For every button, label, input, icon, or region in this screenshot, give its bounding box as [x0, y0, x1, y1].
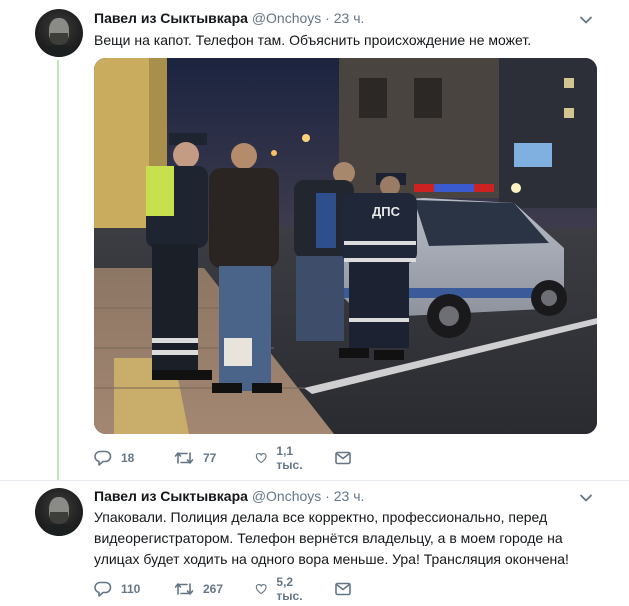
tweet-timestamp[interactable]: 23 ч.	[334, 10, 365, 26]
reply-icon	[94, 581, 112, 597]
like-button[interactable]: 5,2 тыс.	[255, 575, 308, 603]
avatar[interactable]	[35, 488, 83, 536]
retweet-button[interactable]: 267	[174, 579, 223, 599]
chevron-down-icon[interactable]	[579, 13, 593, 27]
author-name[interactable]: Павел из Сыктывкара	[94, 488, 248, 504]
retweet-icon	[174, 452, 194, 464]
reply-button[interactable]: 110	[94, 579, 140, 599]
heart-icon	[255, 584, 267, 595]
tweet-photo[interactable]: ДПС	[94, 58, 597, 434]
tweet-header: Павел из Сыктывкара @Onchoys · 23 ч.	[94, 10, 364, 30]
author-name[interactable]: Павел из Сыктывкара	[94, 10, 248, 26]
retweet-count: 77	[203, 451, 217, 465]
reply-count: 110	[121, 582, 141, 596]
retweet-icon	[174, 583, 194, 595]
tweet-timestamp[interactable]: 23 ч.	[334, 488, 365, 504]
reply-button[interactable]: 18	[94, 448, 134, 468]
direct-message-button[interactable]	[334, 448, 361, 468]
tweet-text: Вещи на капот. Телефон там. Объяснить пр…	[94, 32, 532, 48]
like-button[interactable]: 1,1 тыс.	[255, 444, 308, 472]
direct-message-button[interactable]	[334, 579, 361, 599]
tweet-text-line: Упаковали. Полиция делала все корректно,…	[94, 509, 548, 525]
chevron-down-icon[interactable]	[579, 491, 593, 505]
tweet-text: Упаковали. Полиция делала все корректно,…	[94, 507, 599, 570]
dps-label: ДПС	[372, 204, 401, 219]
tweet[interactable]: Павел из Сыктывкара @Onchoys · 23 ч. Вещ…	[0, 0, 629, 480]
tweet-header: Павел из Сыктывкара @Onchoys · 23 ч.	[94, 488, 364, 508]
tweet-text-line: улицах будет ходить на одного вора меньш…	[94, 551, 569, 567]
author-handle[interactable]: @Onchoys	[252, 10, 321, 26]
author-handle[interactable]: @Onchoys	[252, 488, 321, 504]
message-icon	[335, 582, 351, 596]
message-icon	[335, 451, 351, 465]
tweet[interactable]: Павел из Сыктывкара @Onchoys · 23 ч. Упа…	[0, 480, 629, 606]
separator-dot: ·	[325, 10, 330, 26]
tweet-text-line: видеорегистратором. Телефон вернётся вла…	[94, 530, 563, 546]
like-count: 5,2 тыс.	[276, 575, 303, 603]
like-count: 1,1 тыс.	[276, 444, 303, 472]
reply-icon	[94, 450, 112, 466]
avatar[interactable]	[35, 9, 83, 57]
reply-count: 18	[121, 451, 135, 465]
separator-dot: ·	[325, 488, 330, 504]
retweet-count: 267	[203, 582, 224, 596]
heart-icon	[255, 453, 267, 464]
retweet-button[interactable]: 77	[174, 448, 216, 468]
